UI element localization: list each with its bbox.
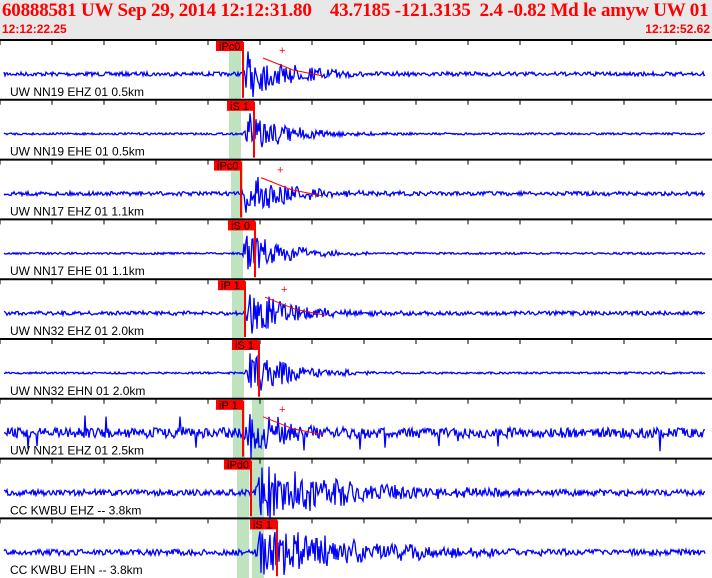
trace-7[interactable]: iPd0 CC KWBU EHZ -- 3.8km: [0, 457, 712, 520]
channel-label: UW NN32 EHN 01 2.0km: [10, 384, 145, 398]
channel-label: UW NN19 EHZ 01 0.5km: [10, 85, 144, 99]
pick-label: iS 1: [253, 519, 272, 531]
coda-marker-icon: +: [279, 45, 285, 57]
trace-2[interactable]: iPc0 + UW NN17 EHZ 01 1.1km: [0, 158, 712, 220]
coda-marker-icon: +: [281, 284, 287, 296]
trace-4[interactable]: iP 1 + UW NN32 EHZ 01 2.0km: [0, 278, 712, 339]
pick-label: iP 1: [219, 400, 238, 412]
trace-1[interactable]: iS 1 UW NN19 EHE 01 0.5km: [0, 98, 712, 160]
trace-0[interactable]: iPc0 + UW NN19 EHZ 01 0.5km: [0, 39, 712, 100]
pick-label: iP 1: [221, 280, 240, 292]
pick-label: iPc0: [219, 41, 240, 53]
trace-8[interactable]: iS 1 CC KWBU EHN -- 3.8km: [0, 517, 712, 578]
coda-marker-icon: +: [277, 165, 283, 177]
pick-label: iS 1: [230, 101, 249, 113]
pick-label: iS 0: [231, 220, 250, 232]
channel-label: UW NN17 EHE 01 1.1km: [10, 264, 145, 278]
coda-marker-icon: +: [279, 404, 285, 416]
pick-label: iPc0: [217, 161, 238, 173]
pick-label: iPd0: [227, 460, 249, 472]
seismogram-panel[interactable]: iPc0 + UW NN19 EHZ 01 0.5km iS 1 UW NN19 EHE…: [0, 0, 712, 578]
channel-label: CC KWBU EHZ -- 3.8km: [10, 503, 141, 517]
waveform: [3, 113, 706, 148]
trace-5[interactable]: iS 1 UW NN32 EHN 01 2.0km: [0, 338, 712, 399]
trace-6[interactable]: iP 1 + UW NN21 EHZ 01 2.5km: [0, 397, 712, 459]
channel-label: UW NN21 EHZ 01 2.5km: [10, 444, 144, 458]
channel-label: UW NN17 EHZ 01 1.1km: [10, 204, 144, 218]
channel-label: CC KWBU EHN -- 3.8km: [10, 563, 143, 577]
pick-label: iS 1: [235, 340, 254, 352]
channel-label: UW NN32 EHZ 01 2.0km: [10, 324, 144, 338]
channel-label: UW NN19 EHE 01 0.5km: [10, 145, 145, 159]
trace-3[interactable]: iS 0 UW NN17 EHE 01 1.1km: [0, 218, 712, 280]
coda-fit: [262, 57, 324, 77]
